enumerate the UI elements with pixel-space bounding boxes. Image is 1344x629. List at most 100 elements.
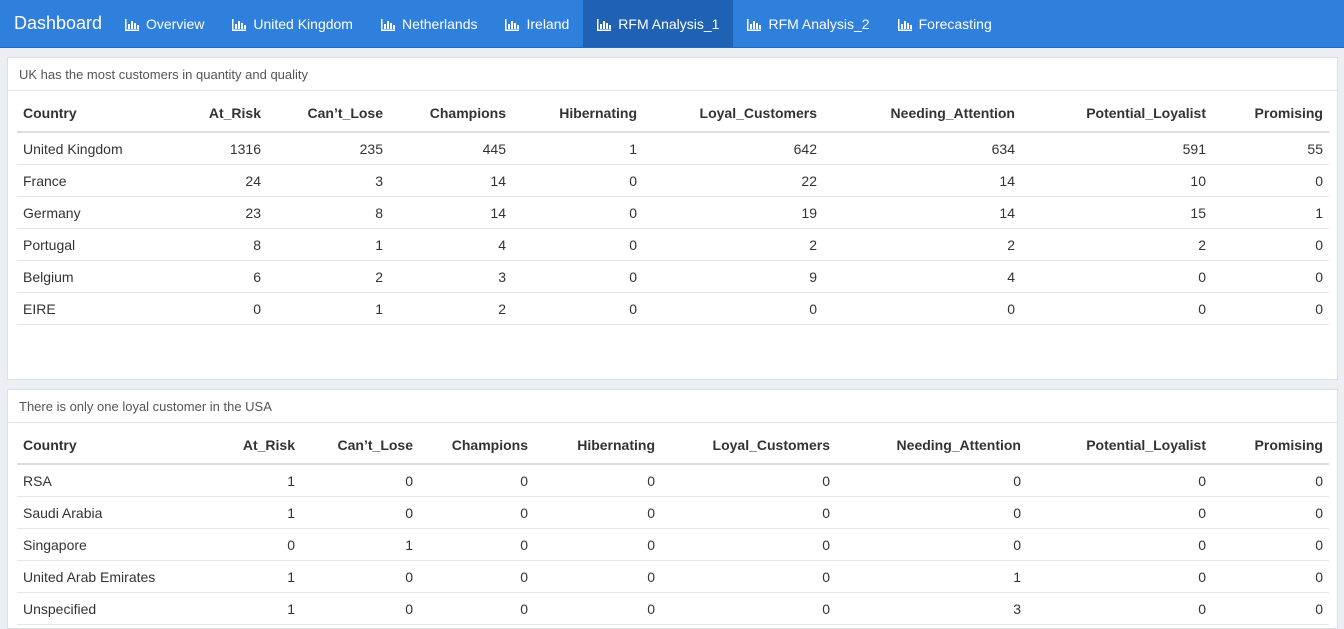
table-row: EIRE 0 1 2 0 0 0 0 0 (17, 292, 1329, 325)
value-cell: 0 (1021, 260, 1212, 293)
column-header[interactable]: Needing_Attention (823, 91, 1021, 133)
column-header[interactable]: At_Risk (157, 91, 267, 133)
value-cell: 2 (267, 260, 389, 293)
value-cell: 2 (643, 228, 823, 261)
tab-label: United Kingdom (253, 15, 353, 32)
country-cell: RSA (17, 464, 189, 497)
value-cell: 0 (661, 592, 836, 625)
value-cell: 0 (661, 496, 836, 529)
bar-chart-icon (232, 18, 247, 31)
value-cell: 9 (643, 260, 823, 293)
column-header[interactable]: Potential_Loyalist (1021, 91, 1212, 133)
table-row: United Kingdom 1316 235 445 1 642 634 591 55 (17, 132, 1329, 165)
country-cell: Saudi Arabia (17, 496, 189, 529)
tab-ireland[interactable]: Ireland (491, 0, 583, 47)
column-header[interactable]: Loyal_Customers (661, 423, 836, 465)
value-cell: 0 (1027, 528, 1212, 561)
bar-chart-icon (380, 18, 395, 31)
value-cell: 0 (1212, 464, 1329, 497)
table-row: Saudi Arabia 1 0 0 0 0 0 0 0 (17, 496, 1329, 529)
value-cell: 0 (1212, 164, 1329, 197)
tab-rfm-analysis-2[interactable]: RFM Analysis_2 (733, 0, 883, 47)
column-header[interactable]: Champions (389, 91, 512, 133)
country-cell: Unspecified (17, 592, 189, 625)
value-cell: 0 (1212, 592, 1329, 625)
tab-label: Forecasting (918, 15, 992, 32)
value-cell: 1 (512, 132, 643, 165)
value-cell: 3 (836, 592, 1027, 625)
value-cell: 23 (157, 196, 267, 229)
value-cell: 0 (301, 496, 419, 529)
column-header[interactable]: Hibernating (512, 91, 643, 133)
column-header[interactable]: Champions (419, 423, 534, 465)
value-cell: 0 (419, 464, 534, 497)
value-cell: 55 (1212, 132, 1329, 165)
column-header[interactable]: Promising (1212, 423, 1329, 465)
column-header[interactable]: Potential_Loyalist (1027, 423, 1212, 465)
usa-customers-panel: There is only one loyal customer in the … (7, 389, 1338, 629)
column-header[interactable]: Loyal_Customers (643, 91, 823, 133)
value-cell: 0 (534, 560, 661, 593)
value-cell: 0 (157, 292, 267, 325)
tab-label: RFM Analysis_1 (618, 15, 720, 32)
value-cell: 0 (419, 560, 534, 593)
value-cell: 0 (836, 528, 1027, 561)
country-cell: Belgium (17, 260, 157, 293)
tab-netherlands[interactable]: Netherlands (367, 0, 492, 47)
value-cell: 0 (534, 464, 661, 497)
column-header[interactable]: Needing_Attention (836, 423, 1027, 465)
value-cell: 0 (534, 592, 661, 625)
value-cell: 1316 (157, 132, 267, 165)
value-cell: 0 (512, 260, 643, 293)
value-cell: 0 (1212, 292, 1329, 325)
tab-overview[interactable]: Overview (111, 0, 218, 47)
column-header[interactable]: Country (17, 423, 189, 465)
value-cell: 10 (1021, 164, 1212, 197)
value-cell: 0 (1027, 560, 1212, 593)
country-cell: United Arab Emirates (17, 560, 189, 593)
tab-label: Netherlands (401, 15, 478, 32)
value-cell: 1 (267, 228, 389, 261)
country-cell: EIRE (17, 292, 157, 325)
brand-title[interactable]: Dashboard (0, 0, 111, 47)
value-cell: 0 (534, 496, 661, 529)
country-cell: France (17, 164, 157, 197)
rfm-table-top: Country At_Risk Can’t_Lose Champions Hiberna… (17, 91, 1329, 325)
value-cell: 1 (189, 464, 301, 497)
value-cell: 4 (389, 228, 512, 261)
value-cell: 14 (823, 164, 1021, 197)
tab-label: RFM Analysis_2 (768, 15, 870, 32)
column-header[interactable]: At_Risk (189, 423, 301, 465)
table-row: France 24 3 14 0 22 14 10 0 (17, 164, 1329, 197)
value-cell: 1 (836, 560, 1027, 593)
value-cell: 0 (836, 464, 1027, 497)
value-cell: 0 (512, 196, 643, 229)
tab-united-kingdom[interactable]: United Kingdom (218, 0, 367, 47)
column-header[interactable]: Country (17, 91, 157, 133)
value-cell: 0 (1212, 560, 1329, 593)
value-cell: 634 (823, 132, 1021, 165)
value-cell: 0 (1212, 228, 1329, 261)
value-cell: 22 (643, 164, 823, 197)
bar-chart-icon (505, 18, 520, 31)
value-cell: 0 (643, 292, 823, 325)
value-cell: 0 (661, 560, 836, 593)
tab-rfm-analysis-1[interactable]: RFM Analysis_1 (583, 0, 734, 47)
column-header[interactable]: Can’t_Lose (267, 91, 389, 133)
table-row: Belgium 6 2 3 0 9 4 0 0 (17, 260, 1329, 293)
value-cell: 0 (1027, 592, 1212, 625)
value-cell: 0 (301, 464, 419, 497)
column-header[interactable]: Hibernating (534, 423, 661, 465)
value-cell: 0 (534, 528, 661, 561)
table-row: RSA 1 0 0 0 0 0 0 0 (17, 464, 1329, 497)
tab-forecasting[interactable]: Forecasting (884, 0, 1006, 47)
value-cell: 8 (157, 228, 267, 261)
value-cell: 0 (419, 592, 534, 625)
bar-chart-icon (897, 18, 912, 31)
column-header[interactable]: Can’t_Lose (301, 423, 419, 465)
column-header[interactable]: Promising (1212, 91, 1329, 133)
value-cell: 14 (389, 196, 512, 229)
country-cell: Portugal (17, 228, 157, 261)
value-cell: 1 (189, 496, 301, 529)
value-cell: 0 (301, 592, 419, 625)
